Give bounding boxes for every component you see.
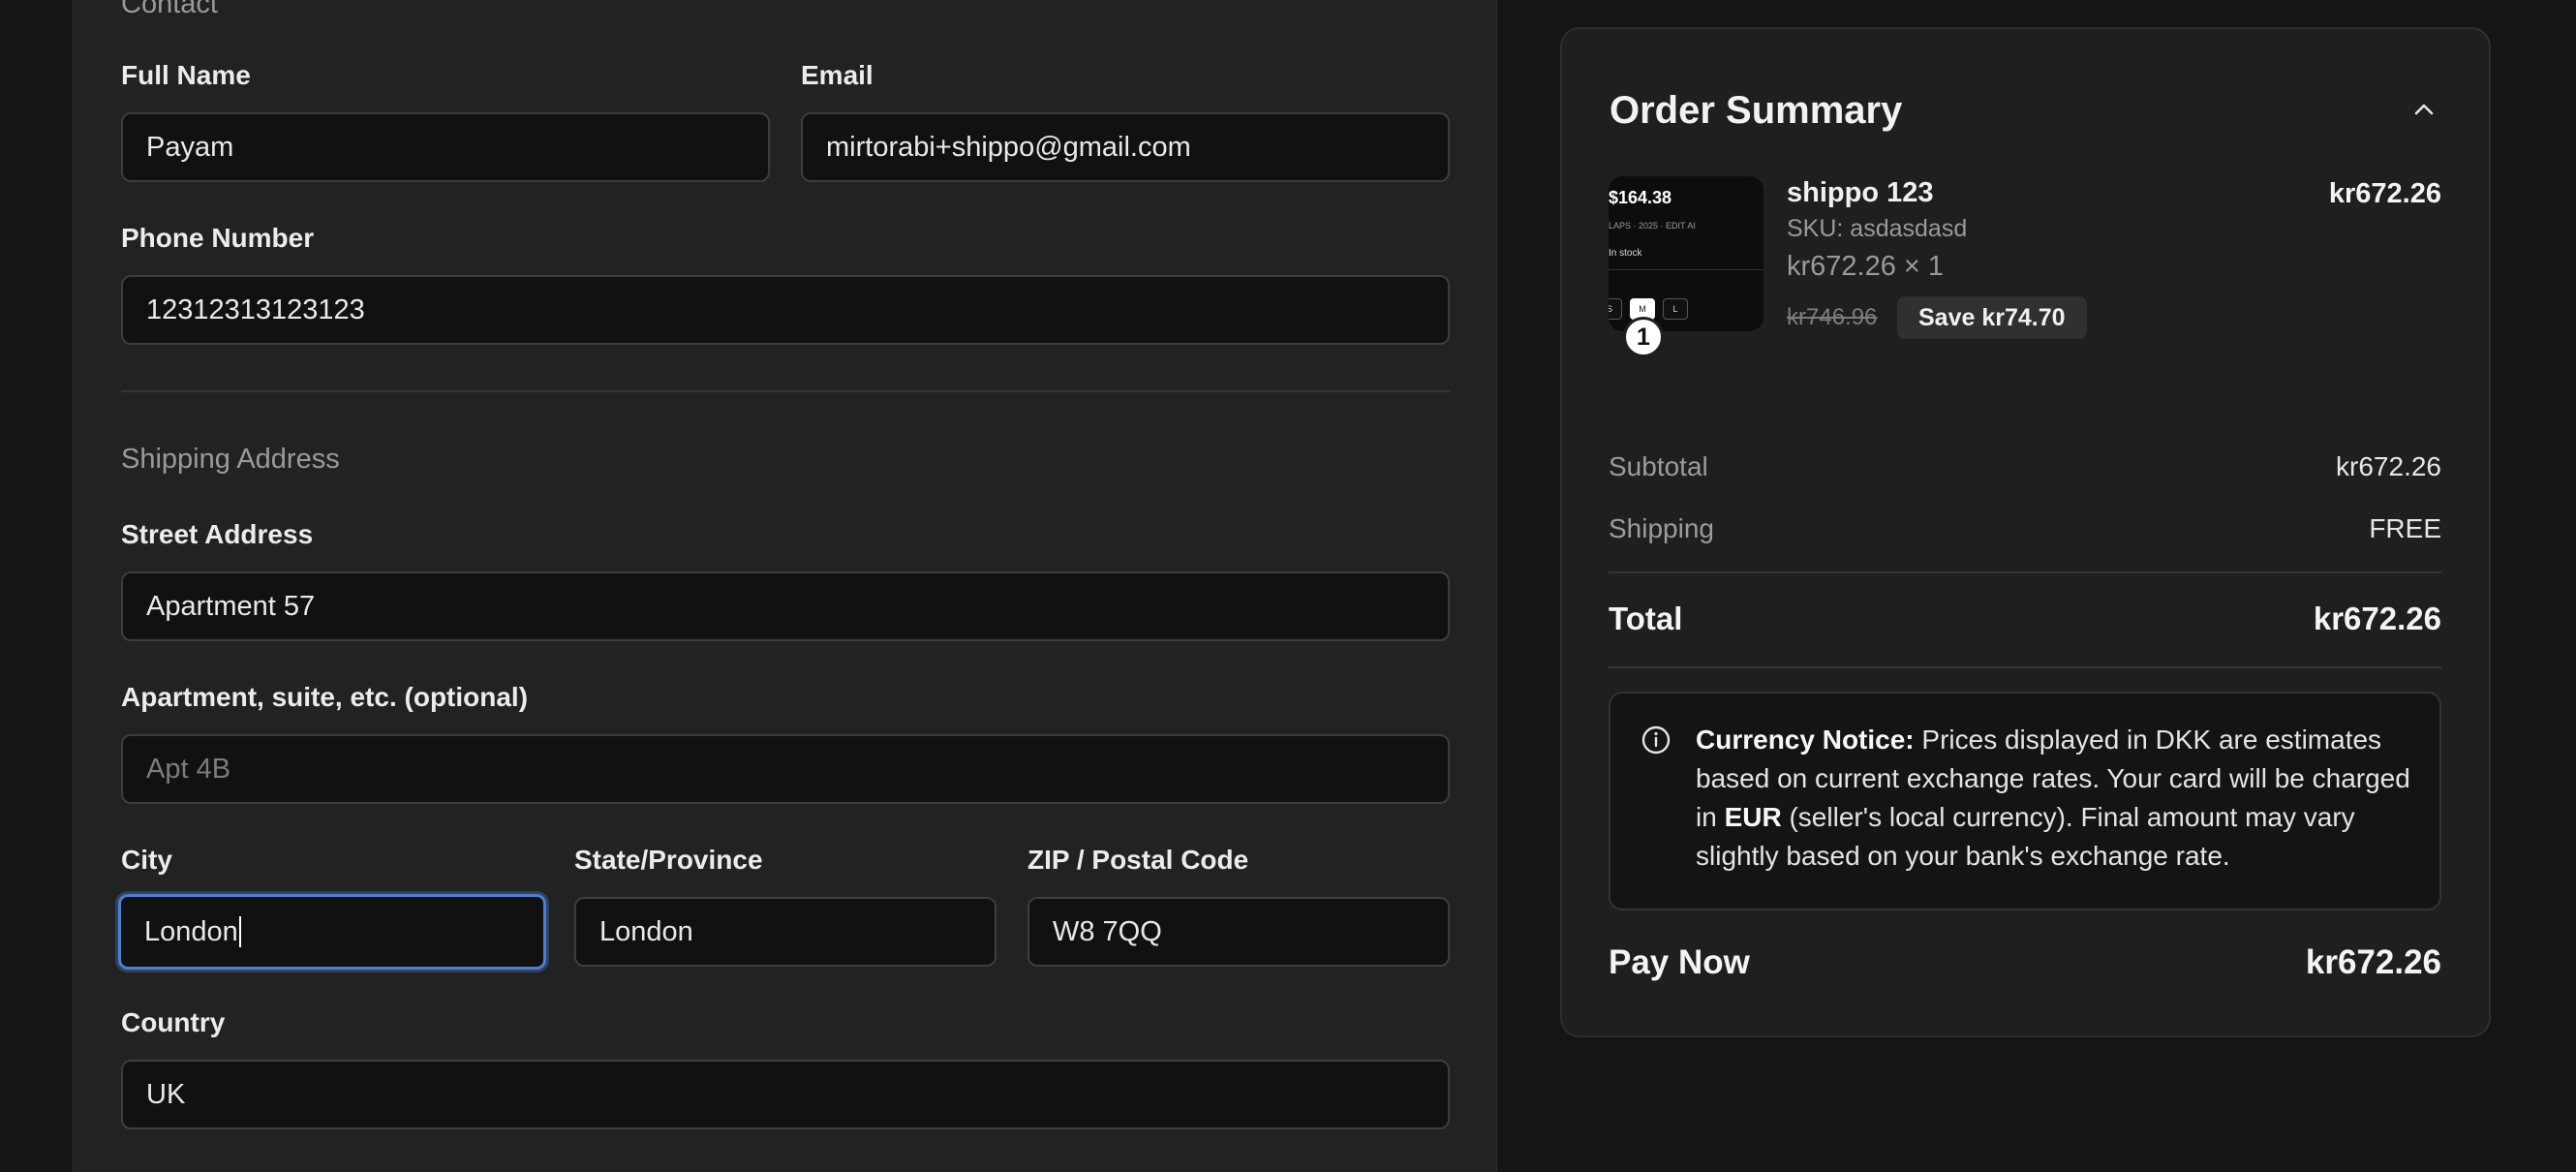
street-address-label: Street Address <box>121 519 314 549</box>
currency-code: EUR <box>1724 802 1782 832</box>
thumbnail-divider <box>1609 269 1763 270</box>
thumbnail-price: $164.38 <box>1609 188 1672 207</box>
product-name: shippo 123 <box>1787 177 1934 208</box>
contact-heading: Contact <box>121 0 218 19</box>
country-input[interactable]: UK <box>121 1060 1450 1129</box>
phone-label: Phone Number <box>121 223 315 253</box>
product-original-price: kr746.96 <box>1787 304 1878 330</box>
currency-notice-body-end: (seller's local currency). Final amount … <box>1696 802 2355 871</box>
full-name-input[interactable]: Payam <box>121 112 770 182</box>
shipping-label: Shipping <box>1609 513 1714 543</box>
state-input[interactable]: London <box>574 897 997 967</box>
zip-input[interactable]: W8 7QQ <box>1027 897 1450 967</box>
apartment-input[interactable]: Apt 4B <box>121 734 1450 804</box>
product-line-price: kr672.26 <box>2328 178 2441 209</box>
product-unit-price-quantity: kr672.26 × 1 <box>1787 251 1945 282</box>
total-label: Total <box>1609 601 1683 636</box>
thumbnail-stock: In stock <box>1609 248 1642 259</box>
country-label: Country <box>121 1007 226 1037</box>
shipping-value: FREE <box>2369 513 2441 543</box>
state-label: State/Province <box>574 845 763 875</box>
savings-badge: Save kr74.70 <box>1897 296 2087 339</box>
currency-notice-text: Currency Notice: Prices displayed in DKK… <box>1696 721 2412 876</box>
thumbnail-size-option: L <box>1663 298 1688 320</box>
product-thumbnail: $164.38 LAPS · 2025 · EDIT AI In stock S… <box>1609 176 1763 331</box>
subtotal-label: Subtotal <box>1609 451 1708 481</box>
thumbnail-size-option: S <box>1609 298 1622 320</box>
chevron-up-icon[interactable] <box>2411 97 2437 122</box>
street-address-input[interactable]: Apartment 57 <box>121 571 1450 641</box>
full-name-label: Full Name <box>121 60 251 90</box>
city-input-value: London <box>144 915 238 947</box>
total-value: kr672.26 <box>2313 601 2441 636</box>
pay-now-label: Pay Now <box>1609 943 1750 981</box>
subtotal-value: kr672.26 <box>2336 451 2441 481</box>
product-sku: SKU: asdasdasd <box>1787 215 1968 242</box>
summary-divider <box>1609 571 2441 573</box>
email-label: Email <box>801 60 874 90</box>
text-caret <box>238 916 241 947</box>
phone-input[interactable]: 12312313123123 <box>121 275 1450 345</box>
city-label: City <box>121 845 172 875</box>
order-summary-title: Order Summary <box>1610 89 1903 132</box>
currency-notice-title: Currency Notice: <box>1696 725 1915 755</box>
summary-divider <box>1609 666 2441 668</box>
shipping-address-heading: Shipping Address <box>121 444 340 475</box>
pay-now-amount: kr672.26 <box>2305 943 2441 981</box>
zip-label: ZIP / Postal Code <box>1027 845 1249 875</box>
thumbnail-meta: LAPS · 2025 · EDIT AI <box>1609 221 1696 231</box>
apartment-label: Apartment, suite, etc. (optional) <box>121 682 529 712</box>
quantity-badge: 1 <box>1623 317 1664 357</box>
section-divider <box>121 390 1450 392</box>
email-input[interactable]: mirtorabi+shippo@gmail.com <box>801 112 1450 182</box>
city-input[interactable]: London <box>118 894 546 970</box>
info-icon <box>1641 725 1671 755</box>
